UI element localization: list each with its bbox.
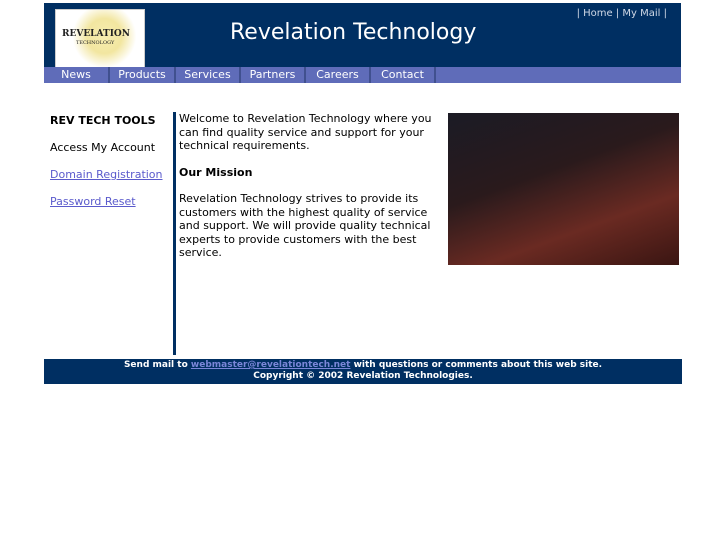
nav-products[interactable]: Products bbox=[110, 67, 176, 83]
mission-heading: Our Mission bbox=[179, 165, 253, 179]
nav-partners[interactable]: Partners bbox=[241, 67, 306, 83]
site-title: Revelation Technology bbox=[230, 20, 477, 45]
divider bbox=[173, 112, 176, 355]
sidebar: REV TECH TOOLS Access My Account Domain … bbox=[50, 114, 163, 222]
footer-prefix: Send mail to bbox=[123, 360, 188, 370]
header: REVELATION TECHNOLOGY Revelation Technolo… bbox=[44, 3, 681, 69]
sidebar-heading: REV TECH TOOLS bbox=[50, 114, 156, 127]
logo-text: REVELATION bbox=[62, 29, 130, 39]
top-links: | Home | My Mail | bbox=[576, 8, 667, 19]
footer: Send mail to webmaster@revelationtech.ne… bbox=[44, 359, 682, 384]
logo-subtext: TECHNOLOGY bbox=[76, 40, 115, 46]
password-reset-link[interactable]: Password Reset bbox=[50, 195, 136, 208]
home-link[interactable]: Home bbox=[583, 8, 613, 19]
nav-careers[interactable]: Careers bbox=[306, 67, 371, 83]
mission-text: Revelation Technology strives to provide… bbox=[179, 192, 431, 259]
my-mail-link[interactable]: My Mail bbox=[622, 8, 660, 19]
nav-contact-us[interactable]: Contact Us bbox=[371, 67, 436, 97]
sidebar-item-access-account[interactable]: Access My Account bbox=[50, 141, 163, 154]
nav-news[interactable]: News bbox=[44, 67, 110, 83]
nav-bar: News Products Services Partners Careers … bbox=[44, 67, 681, 97]
logo[interactable]: REVELATION TECHNOLOGY bbox=[55, 9, 145, 69]
intro-text: Welcome to Revelation Technology where y… bbox=[179, 112, 432, 152]
copyright: Copyright © 2002 Revelation Technologies… bbox=[253, 371, 473, 381]
webmaster-email-link[interactable]: webmaster@revelationtech.net bbox=[191, 360, 351, 370]
domain-registration-link[interactable]: Domain Registration bbox=[50, 168, 163, 181]
nav-services[interactable]: Services bbox=[176, 67, 241, 83]
control-room-photo bbox=[448, 113, 679, 265]
main-content: Welcome to Revelation Technology where y… bbox=[179, 112, 444, 273]
footer-suffix: with questions or comments about this we… bbox=[353, 360, 603, 370]
